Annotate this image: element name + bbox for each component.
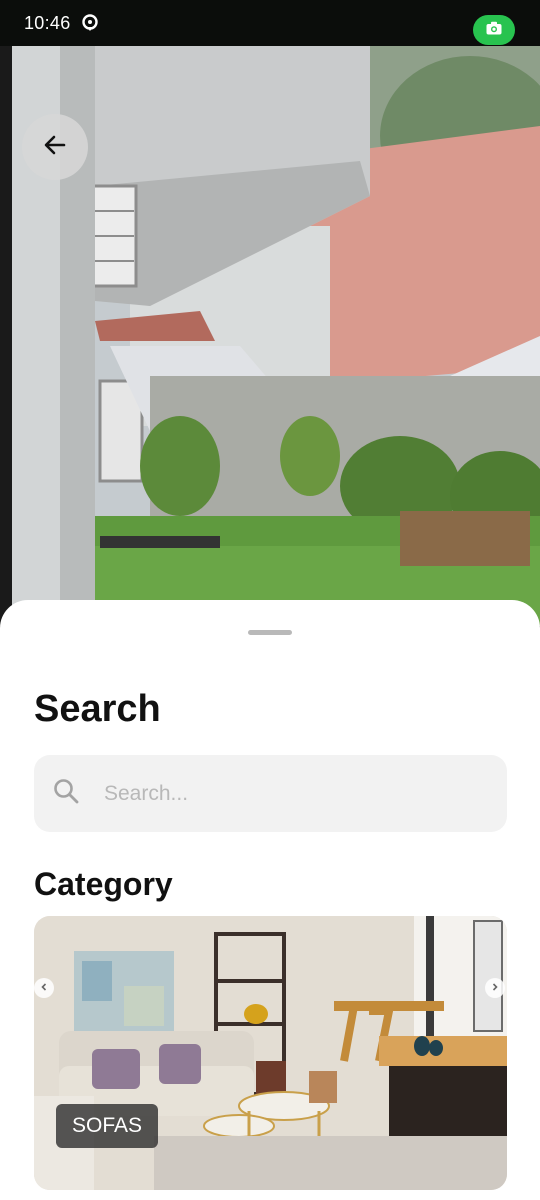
- search-icon: [52, 777, 80, 810]
- search-bottom-sheet: Search Category: [0, 600, 540, 1200]
- carousel-next-button[interactable]: [485, 978, 505, 998]
- drag-handle[interactable]: [248, 630, 292, 635]
- camera-icon: [486, 21, 502, 40]
- back-button[interactable]: [22, 114, 88, 180]
- arrow-left-icon: [42, 132, 68, 163]
- sheet-title: Search: [34, 688, 161, 730]
- chevron-right-icon: [490, 979, 500, 997]
- location-pin-icon: [81, 14, 99, 32]
- category-label: SOFAS: [56, 1104, 159, 1148]
- chevron-left-icon: [39, 979, 49, 997]
- carousel-prev-button[interactable]: [34, 978, 54, 998]
- category-card-sofas[interactable]: SOFAS: [34, 916, 507, 1190]
- camera-preview-image: [0, 46, 540, 626]
- search-box[interactable]: [34, 755, 507, 832]
- status-bar: 10:46: [0, 0, 540, 46]
- status-time: 10:46: [24, 12, 71, 33]
- camera-in-use-indicator: [473, 15, 515, 45]
- category-image: [34, 916, 507, 1190]
- category-heading: Category: [34, 866, 173, 902]
- search-input[interactable]: [104, 781, 464, 806]
